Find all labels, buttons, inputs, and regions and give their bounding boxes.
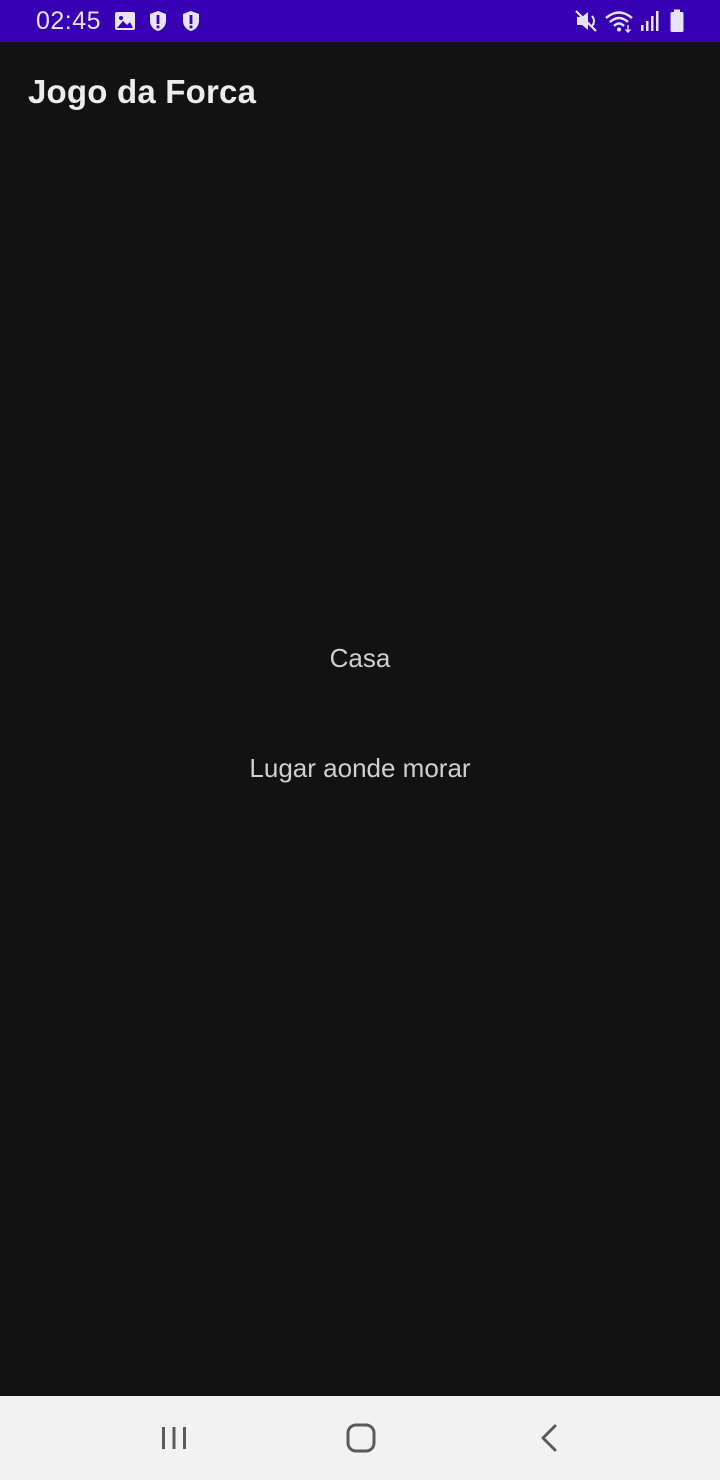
signal-icon <box>641 11 659 31</box>
image-icon <box>115 12 135 30</box>
game-word: Casa <box>329 643 391 673</box>
game-hint: Lugar aonde morar <box>249 753 471 783</box>
home-icon[interactable] <box>341 1418 381 1458</box>
battery-icon <box>670 9 684 32</box>
wifi-icon <box>605 11 633 33</box>
mute-icon <box>575 10 597 32</box>
game-content: Casa Lugar aonde morar <box>0 142 720 1396</box>
navigation-bar <box>0 1396 720 1480</box>
status-bar: 02:45 <box>0 0 720 42</box>
shield-alert-icon <box>150 11 166 31</box>
shield-alert-icon <box>183 11 199 31</box>
app-bar: Jogo da Forca <box>0 42 720 142</box>
app-title: Jogo da Forca <box>28 73 257 110</box>
recent-apps-icon[interactable] <box>154 1418 194 1458</box>
back-icon[interactable] <box>529 1418 569 1458</box>
status-time: 02:45 <box>36 7 102 35</box>
